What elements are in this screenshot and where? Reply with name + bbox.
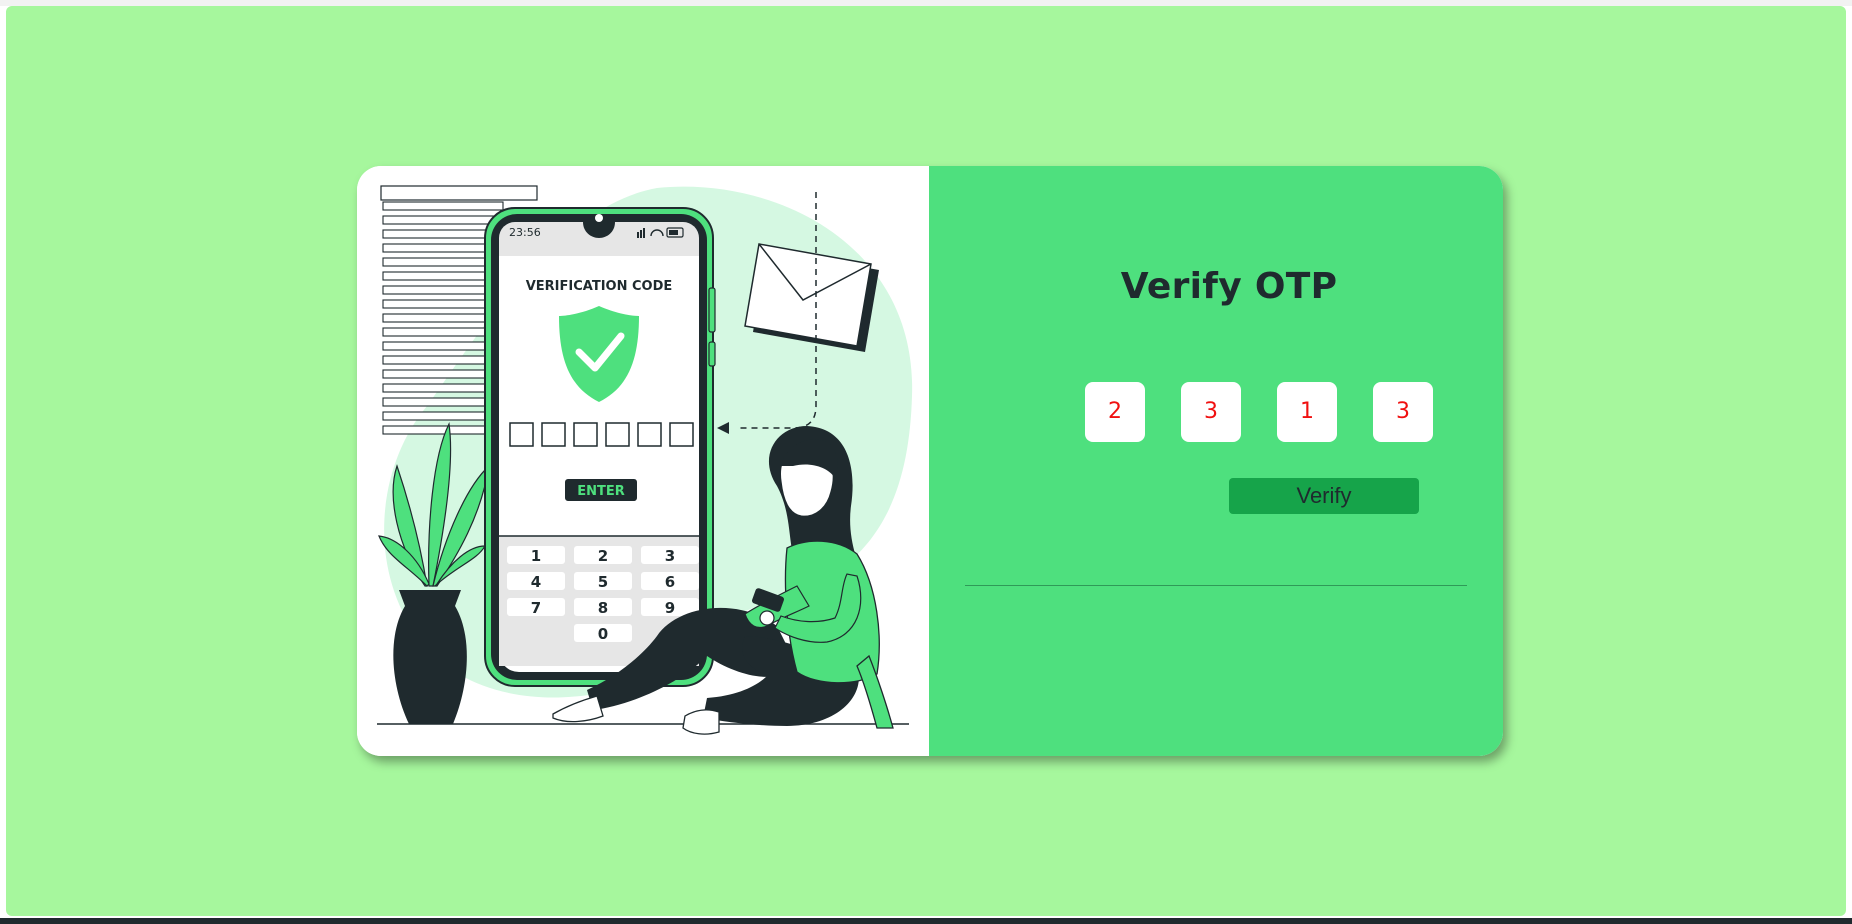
phone-illustration: 23:56 VERIFICATION CODE ENTER 1 2 3 4 5 … bbox=[484, 207, 716, 687]
keypad-key: 5 bbox=[598, 573, 608, 591]
otp-digit-input-4[interactable] bbox=[1373, 382, 1433, 442]
otp-illustration: 23:56 VERIFICATION CODE ENTER 1 2 3 4 5 … bbox=[357, 166, 929, 756]
otp-card: 23:56 VERIFICATION CODE ENTER 1 2 3 4 5 … bbox=[357, 166, 1503, 756]
page-title: Verify OTP bbox=[1120, 266, 1338, 307]
otp-input-group bbox=[1085, 382, 1445, 442]
phone-time: 23:56 bbox=[509, 226, 541, 239]
otp-panel: Verify OTP Verify bbox=[929, 166, 1503, 756]
keypad-key: 7 bbox=[531, 599, 541, 617]
keypad-key: 1 bbox=[531, 547, 541, 565]
otp-digit-input-1[interactable] bbox=[1085, 382, 1145, 442]
keypad-key: 3 bbox=[665, 547, 675, 565]
keypad-key: 9 bbox=[665, 599, 675, 617]
otp-digit-input-3[interactable] bbox=[1277, 382, 1337, 442]
otp-digit-input-2[interactable] bbox=[1181, 382, 1241, 442]
taskbar-edge bbox=[0, 918, 1852, 924]
verify-button[interactable]: Verify bbox=[1229, 478, 1419, 514]
keypad-key: 6 bbox=[665, 573, 675, 591]
verification-code-heading: VERIFICATION CODE bbox=[526, 279, 673, 294]
keypad-key: 0 bbox=[598, 625, 608, 643]
enter-label: ENTER bbox=[577, 484, 625, 499]
keypad-key: 8 bbox=[598, 599, 608, 617]
divider bbox=[965, 585, 1467, 586]
keypad-key: 2 bbox=[598, 547, 608, 565]
keypad-key: 4 bbox=[531, 573, 541, 591]
